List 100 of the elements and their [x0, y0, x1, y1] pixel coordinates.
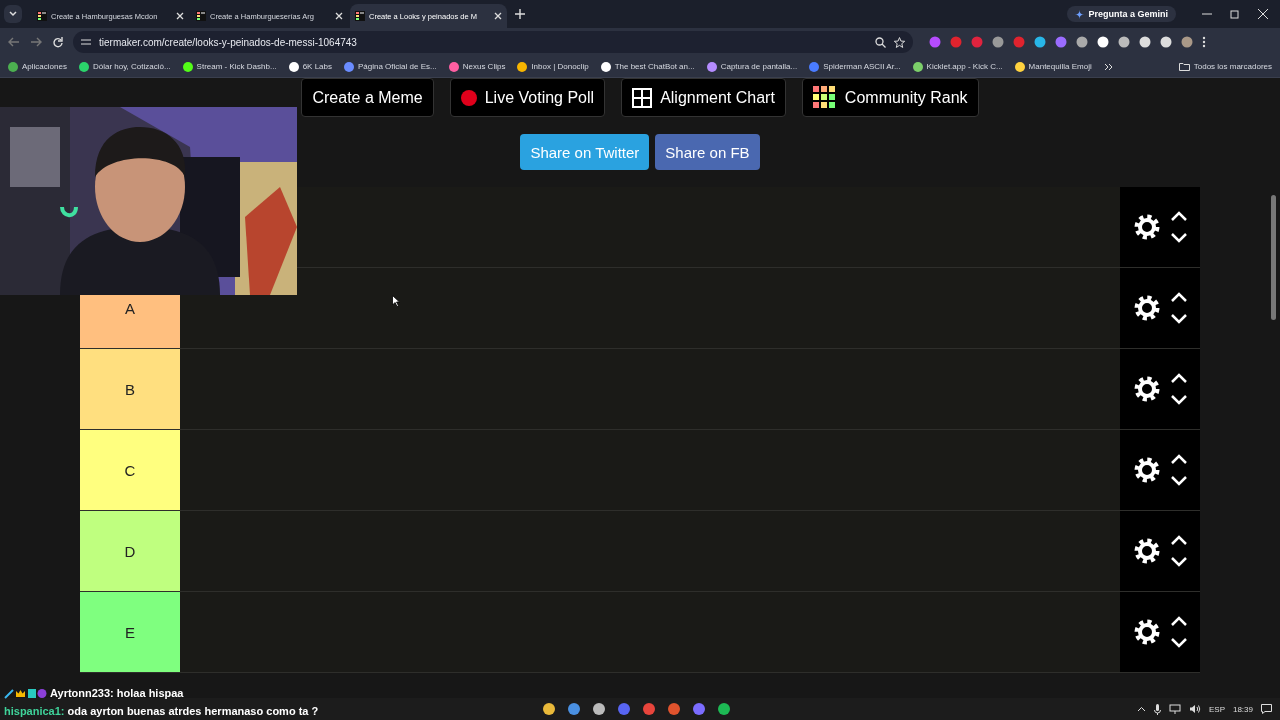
all-bookmarks[interactable]: Todos los marcadores	[1178, 62, 1272, 71]
bookmark[interactable]: 6K Labs	[288, 61, 332, 72]
extension-icon[interactable]	[1097, 36, 1109, 48]
chevron-down-icon[interactable]	[1171, 557, 1187, 567]
tier-label: A	[125, 299, 135, 317]
chevron-up-icon[interactable]	[1171, 535, 1187, 545]
bookmark[interactable]: Stream - Kick Dashb...	[182, 61, 277, 72]
tray-caret-icon[interactable]	[1136, 706, 1146, 712]
forward-icon[interactable]	[30, 37, 42, 47]
overflow-chevrons-icon[interactable]	[1103, 62, 1113, 71]
taskbar-app-icon[interactable]	[693, 703, 705, 715]
reload-icon[interactable]	[52, 36, 63, 48]
action-button[interactable]: Community Rank	[801, 78, 979, 117]
cursor-icon	[392, 295, 400, 307]
bookmark[interactable]: Spiderman ASCII Ar...	[809, 61, 901, 72]
bookmark[interactable]: Inbox | Donoclip	[517, 61, 589, 72]
sparkle-icon	[1075, 9, 1085, 19]
tier-label: E	[125, 623, 135, 641]
taskbar-app-icon[interactable]	[643, 703, 655, 715]
gemini-button[interactable]: Pregunta a Gemini	[1067, 6, 1176, 22]
site-icon	[600, 61, 611, 72]
chevron-up-icon[interactable]	[1171, 373, 1187, 383]
settings-icon[interactable]	[1133, 537, 1161, 565]
bookmark[interactable]: Nexus Clips	[448, 61, 506, 72]
notifications-icon[interactable]	[1261, 704, 1272, 714]
chevron-down-icon[interactable]	[1171, 314, 1187, 324]
chevron-down-icon[interactable]	[1171, 638, 1187, 648]
chat-badges-icon	[4, 687, 48, 699]
chat-message: Ayrtonn233: holaa hispaa	[50, 687, 184, 699]
bookmark[interactable]: Aplicaciones	[8, 61, 67, 72]
address-bar[interactable]: tiermaker.com/create/looks-y-peinados-de-messi-1064743	[73, 31, 913, 53]
bookmark[interactable]: The best ChatBot an...	[600, 61, 695, 72]
action-button[interactable]: Live Voting Poll	[449, 78, 606, 117]
site-icon	[344, 61, 354, 72]
network-icon[interactable]	[1168, 704, 1181, 714]
tier-label: B	[125, 380, 135, 398]
color-grid-icon	[812, 85, 837, 110]
site-icon	[706, 61, 717, 72]
taskbar-app-icon[interactable]	[718, 703, 730, 715]
clock[interactable]: 18:39	[1232, 704, 1253, 714]
more-icon[interactable]	[1202, 36, 1206, 48]
extension-icon[interactable]	[1139, 36, 1151, 48]
folder-icon	[1178, 62, 1190, 71]
tier-label: C	[124, 461, 136, 479]
extension-icon[interactable]	[1160, 36, 1172, 48]
settings-icon[interactable]	[1133, 375, 1161, 403]
scrollbar-thumb[interactable]	[1271, 195, 1276, 320]
close-icon[interactable]	[176, 12, 184, 20]
bookmark[interactable]: Página Oficial de Es...	[344, 61, 437, 72]
restore-icon[interactable]	[1230, 9, 1240, 19]
site-settings-icon[interactable]	[81, 37, 91, 47]
zoom-icon[interactable]	[875, 36, 886, 48]
site-icon	[78, 61, 89, 72]
tier-label: D	[124, 542, 136, 560]
chevron-up-icon[interactable]	[1171, 616, 1187, 626]
grid-icon	[632, 87, 653, 108]
back-icon[interactable]	[8, 37, 20, 47]
tiermaker-icon	[355, 11, 365, 21]
close-icon[interactable]	[1258, 9, 1268, 19]
chevron-up-icon[interactable]	[1171, 292, 1187, 302]
settings-icon[interactable]	[1133, 213, 1161, 241]
close-icon[interactable]	[494, 12, 502, 20]
chevron-up-icon[interactable]	[1171, 454, 1187, 464]
bookmark[interactable]: Dólar hoy, Cotizació...	[78, 61, 171, 72]
record-dot-icon	[460, 89, 477, 106]
share-button[interactable]: Share on FB	[655, 134, 760, 170]
action-button[interactable]: Alignment Chart	[621, 78, 786, 117]
keyboard-language[interactable]: ESP	[1208, 704, 1225, 714]
chevron-down-icon[interactable]	[1171, 476, 1187, 486]
taskbar-app-icon[interactable]	[543, 703, 555, 715]
bookmark[interactable]: Mantequilla Emoji	[1014, 61, 1092, 72]
tiermaker-icon	[37, 11, 47, 21]
chevron-down-icon[interactable]	[1171, 233, 1187, 243]
extension-icon[interactable]	[1034, 36, 1046, 48]
site-icon	[448, 61, 459, 72]
taskbar-app-icon[interactable]	[593, 703, 605, 715]
taskbar-app-icon[interactable]	[668, 703, 680, 715]
taskbar-app-icon[interactable]	[568, 703, 580, 715]
microphone-icon[interactable]	[1153, 703, 1161, 715]
extension-icon[interactable]	[1118, 36, 1130, 48]
chevron-down-icon[interactable]	[1171, 395, 1187, 405]
volume-icon[interactable]	[1188, 704, 1201, 714]
bookmark[interactable]: Captura de pantalla...	[706, 61, 798, 72]
site-icon	[912, 61, 923, 72]
extension-icon[interactable]	[1076, 36, 1088, 48]
close-icon[interactable]	[335, 12, 343, 20]
site-icon	[517, 61, 528, 72]
site-icon	[288, 61, 299, 72]
new-tab-icon[interactable]	[515, 9, 525, 19]
star-icon[interactable]	[894, 36, 905, 48]
settings-icon[interactable]	[1133, 618, 1161, 646]
bookmark[interactable]: Kicklet.app - Kick C...	[912, 61, 1003, 72]
chevron-up-icon[interactable]	[1171, 211, 1187, 221]
action-button[interactable]: Create a Meme	[301, 78, 434, 117]
settings-icon[interactable]	[1133, 456, 1161, 484]
chat-message: hispanica1: oda ayrton buenas atrdes hermanaso como ta ?	[4, 705, 319, 717]
settings-icon[interactable]	[1133, 294, 1161, 322]
caret-icon	[9, 11, 17, 17]
tab-list-button[interactable]	[4, 5, 22, 23]
site-icon	[809, 61, 820, 72]
